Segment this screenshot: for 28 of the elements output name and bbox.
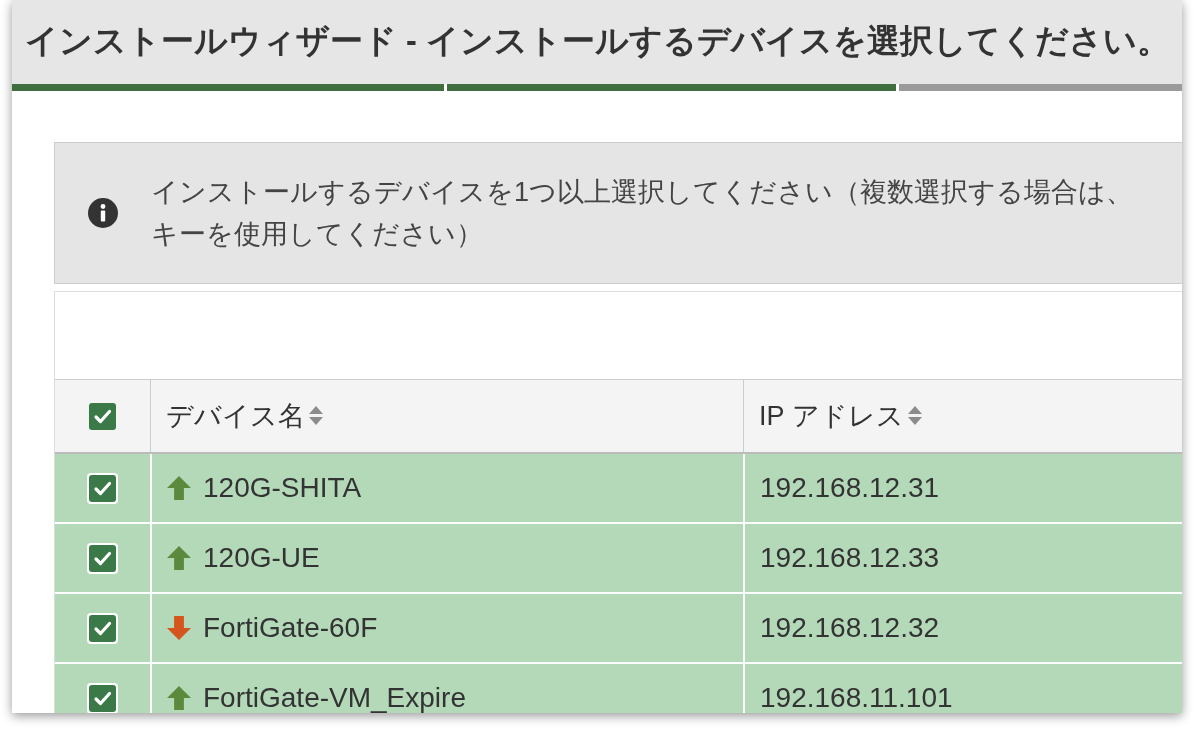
row-checkbox[interactable] (87, 612, 118, 644)
arrow-up-icon (167, 476, 191, 500)
arrow-down-icon (167, 616, 191, 640)
column-header[interactable]: デバイス名 (166, 398, 305, 434)
window-title: インストールウィザード - インストールするデバイスを選択してください。 (25, 22, 1170, 61)
table-row[interactable]: 120G-SHITA 192.168.12.31 (55, 454, 1182, 524)
table-cell: FortiGate-60F (203, 612, 378, 644)
sort-icon[interactable] (309, 406, 323, 426)
arrow-up-icon (167, 686, 191, 710)
info-icon (88, 198, 118, 228)
table-row[interactable]: FortiGate-60F 192.168.12.32 (55, 594, 1182, 664)
sort-icon[interactable] (907, 406, 922, 426)
table-cell: 192.168.12.33 (760, 542, 940, 574)
table-cell: 192.168.12.32 (760, 612, 940, 644)
column-header[interactable]: IP アドレス (759, 398, 904, 434)
select-all-checkbox[interactable] (89, 402, 116, 430)
table-cell: 192.168.11.101 (760, 682, 953, 713)
table-row[interactable]: FortiGate-VM_Expire 192.168.11.101 (55, 664, 1182, 713)
arrow-up-icon (167, 546, 191, 570)
table-cell: 192.168.12.31 (760, 472, 940, 504)
row-checkbox[interactable] (87, 682, 118, 713)
table-cell: FortiGate-VM_Expire (203, 682, 466, 713)
row-checkbox[interactable] (87, 472, 118, 504)
row-checkbox[interactable] (87, 542, 118, 574)
table-cell: 120G-SHITA (203, 472, 362, 504)
table-cell: 120G-UE (203, 542, 320, 574)
info-message: インストールするデバイスを1つ以上選択してください（複数選択する場合は、 キーを使用してください） (151, 176, 1134, 251)
table-row[interactable]: 120G-UE 192.168.12.33 (55, 524, 1182, 594)
